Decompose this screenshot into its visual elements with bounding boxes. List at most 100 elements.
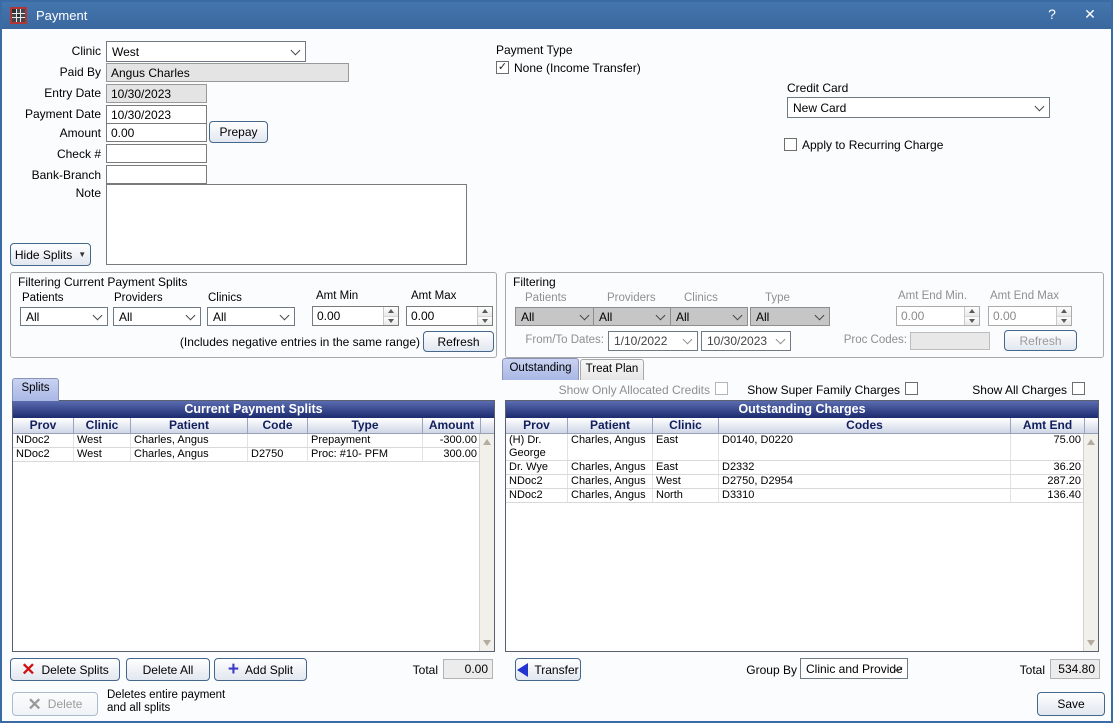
plus-icon: + bbox=[228, 662, 239, 677]
cell-patient: Charles, Angus bbox=[568, 475, 653, 488]
delete-all-button[interactable]: Delete All bbox=[126, 658, 210, 681]
paid-by-label: Paid By bbox=[6, 65, 101, 79]
amt-min-label: Amt Min bbox=[316, 290, 358, 302]
delete-splits-label: Delete Splits bbox=[41, 663, 108, 677]
save-button[interactable]: Save bbox=[1037, 692, 1105, 716]
splits-patients-value: All bbox=[26, 310, 39, 324]
note-label: Note bbox=[6, 186, 101, 200]
charges-table-scrollbar[interactable] bbox=[1083, 434, 1098, 651]
group-by-select[interactable]: Clinic and Provide bbox=[800, 658, 908, 679]
from-to-dates-label: From/To Dates: bbox=[502, 334, 604, 346]
splits-table-header: Prov Clinic Patient Code Type Amount bbox=[13, 418, 494, 434]
add-split-button[interactable]: + Add Split bbox=[214, 658, 307, 681]
check-number-label: Check # bbox=[6, 147, 101, 161]
cell-clinic: East bbox=[653, 434, 719, 460]
spin-down-icon[interactable] bbox=[384, 317, 398, 326]
group-by-value: Clinic and Provide bbox=[806, 662, 903, 676]
tab-splits[interactable]: Splits bbox=[12, 378, 59, 401]
charges-providers-select: All bbox=[593, 307, 671, 326]
cell-clinic: West bbox=[74, 448, 131, 461]
table-row[interactable]: NDoc2 Charles, Angus West D2750, D2954 2… bbox=[506, 475, 1098, 489]
paid-by-field: Angus Charles bbox=[106, 63, 349, 82]
delete-x-icon: ✕ bbox=[21, 662, 35, 677]
splits-refresh-button[interactable]: Refresh bbox=[423, 331, 494, 352]
prepay-button[interactable]: Prepay bbox=[209, 121, 268, 143]
splits-patients-select[interactable]: All bbox=[20, 307, 108, 326]
bank-branch-field[interactable] bbox=[106, 165, 207, 184]
note-field[interactable] bbox=[106, 184, 467, 265]
to-date-value: 10/30/2023 bbox=[707, 334, 767, 348]
splits-table-scrollbar[interactable] bbox=[479, 434, 494, 651]
cell-type: Prepayment bbox=[308, 434, 423, 447]
hide-splits-button[interactable]: Hide Splits ▼ bbox=[10, 243, 91, 266]
clinic-select[interactable]: West bbox=[106, 41, 306, 62]
table-row[interactable]: Dr. Wye Charles, Angus East D2332 36.20 bbox=[506, 461, 1098, 475]
splits-clinics-select[interactable]: All bbox=[207, 307, 295, 326]
charges-clinics-value: All bbox=[676, 310, 689, 324]
charges-type-value: All bbox=[756, 310, 769, 324]
entry-date-label: Entry Date bbox=[6, 86, 101, 100]
splits-providers-value: All bbox=[119, 310, 132, 324]
cell-amt-end: 287.20 bbox=[1011, 475, 1085, 488]
delete-splits-button[interactable]: ✕ Delete Splits bbox=[10, 658, 120, 681]
show-super-family-checkbox[interactable] bbox=[905, 382, 918, 395]
scroll-down-icon[interactable] bbox=[1084, 635, 1098, 651]
charges-refresh-button[interactable]: Refresh bbox=[1004, 330, 1077, 351]
transfer-label: Transfer bbox=[534, 663, 578, 677]
proc-codes-field bbox=[910, 332, 990, 350]
splits-providers-label: Providers bbox=[114, 292, 163, 304]
chevron-down-icon bbox=[1035, 101, 1045, 111]
splits-total-label: Total bbox=[398, 663, 438, 677]
table-row[interactable]: NDoc2 West Charles, Angus D2750 Proc: #1… bbox=[13, 448, 494, 462]
close-icon[interactable]: ✕ bbox=[1079, 6, 1101, 23]
charges-providers-value: All bbox=[599, 310, 612, 324]
entry-date-field: 10/30/2023 bbox=[106, 84, 207, 103]
col-codes: Codes bbox=[719, 418, 1011, 433]
cell-codes: D0140, D0220 bbox=[719, 434, 1011, 460]
clinic-value: West bbox=[112, 45, 139, 59]
amt-end-min-label: Amt End Min. bbox=[898, 290, 967, 302]
clinic-label: Clinic bbox=[6, 44, 101, 58]
amt-end-max-spinner: 0.00 bbox=[988, 306, 1072, 326]
delete-payment-button: ✕ Delete bbox=[12, 692, 98, 716]
show-all-charges-label: Show All Charges bbox=[952, 383, 1067, 397]
cell-patient: Charles, Angus bbox=[131, 448, 248, 461]
splits-providers-select[interactable]: All bbox=[113, 307, 201, 326]
chevron-down-icon bbox=[656, 310, 666, 320]
to-date-select[interactable]: 10/30/2023 bbox=[701, 331, 791, 351]
table-row[interactable]: (H) Dr. George Charles, Angus East D0140… bbox=[506, 434, 1098, 461]
spin-up-icon bbox=[1057, 307, 1071, 317]
title-bar: Payment ? ✕ bbox=[2, 2, 1111, 29]
charges-patients-label: Patients bbox=[525, 292, 567, 304]
cell-prov: (H) Dr. George bbox=[506, 434, 568, 460]
transfer-button[interactable]: Transfer bbox=[515, 658, 581, 681]
from-date-select[interactable]: 1/10/2022 bbox=[608, 331, 698, 351]
amt-end-min-spinner: 0.00 bbox=[896, 306, 980, 326]
spin-up-icon[interactable] bbox=[478, 307, 492, 317]
spin-up-icon bbox=[965, 307, 979, 317]
spin-down-icon[interactable] bbox=[478, 317, 492, 326]
scroll-up-icon[interactable] bbox=[1084, 434, 1098, 450]
credit-card-select[interactable]: New Card bbox=[787, 97, 1050, 118]
tab-treat-plan[interactable]: Treat Plan bbox=[580, 359, 644, 380]
cell-type: Proc: #10- PFM bbox=[308, 448, 423, 461]
show-all-charges-checkbox[interactable] bbox=[1072, 382, 1085, 395]
scroll-down-icon[interactable] bbox=[480, 635, 494, 651]
apply-recurring-label: Apply to Recurring Charge bbox=[802, 138, 943, 152]
amt-min-spinner[interactable]: 0.00 bbox=[312, 306, 399, 326]
spin-up-icon[interactable] bbox=[384, 307, 398, 317]
apply-recurring-checkbox[interactable] bbox=[784, 138, 797, 151]
splits-filter-note: (Includes negative entries in the same r… bbox=[102, 335, 420, 349]
none-income-transfer-checkbox[interactable]: ✓ bbox=[496, 61, 509, 74]
tab-outstanding[interactable]: Outstanding bbox=[502, 358, 579, 380]
check-number-field[interactable] bbox=[106, 144, 207, 163]
cell-amount: 300.00 bbox=[423, 448, 481, 461]
scroll-up-icon[interactable] bbox=[480, 434, 494, 450]
payment-date-value: 10/30/2023 bbox=[111, 108, 171, 122]
payment-date-field[interactable]: 10/30/2023 bbox=[106, 105, 207, 124]
amount-field[interactable]: 0.00 bbox=[106, 123, 207, 142]
table-row[interactable]: NDoc2 Charles, Angus North D3310 136.40 bbox=[506, 489, 1098, 503]
help-icon[interactable]: ? bbox=[1041, 6, 1063, 22]
amt-max-spinner[interactable]: 0.00 bbox=[406, 306, 493, 326]
table-row[interactable]: NDoc2 West Charles, Angus Prepayment -30… bbox=[13, 434, 494, 448]
